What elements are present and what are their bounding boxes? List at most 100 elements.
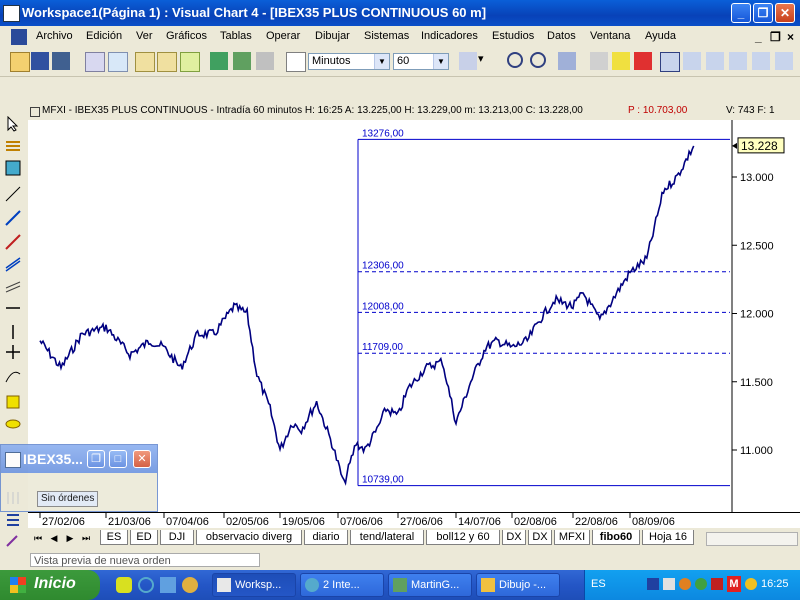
media-icon[interactable] bbox=[182, 577, 198, 593]
menu-graficos[interactable]: Gráficos bbox=[166, 30, 207, 42]
pen-color-icon[interactable] bbox=[634, 52, 652, 70]
menu-archivo[interactable]: Archivo bbox=[36, 30, 73, 42]
menu-indicadores[interactable]: Indicadores bbox=[421, 30, 478, 42]
tab-ed[interactable]: ED bbox=[130, 530, 158, 545]
period-unit-select[interactable]: Minutos ▼ bbox=[308, 53, 390, 70]
tab-es[interactable]: ES bbox=[100, 530, 128, 545]
tab-tend-lateral[interactable]: tend/lateral bbox=[350, 530, 424, 545]
tab-dx-2[interactable]: DX bbox=[528, 530, 552, 545]
cross-tool-icon[interactable] bbox=[5, 344, 21, 360]
maximize-button[interactable]: ❐ bbox=[753, 3, 773, 23]
m-tray-icon[interactable]: M bbox=[727, 576, 741, 592]
window-arrange-icon[interactable] bbox=[752, 52, 770, 70]
desktop-icon[interactable] bbox=[160, 577, 176, 593]
shield-tray-icon[interactable] bbox=[745, 578, 757, 590]
tab-boll12-y-60[interactable]: boll12 y 60 bbox=[426, 530, 500, 545]
tab-first-icon[interactable]: ⏮ bbox=[32, 532, 44, 544]
horizontal-line-icon[interactable] bbox=[5, 300, 21, 316]
trendline-blue-icon[interactable] bbox=[5, 210, 21, 226]
menu-datos[interactable]: Datos bbox=[547, 30, 576, 42]
mdi-close-icon[interactable]: × bbox=[787, 30, 794, 44]
window-cascade-icon[interactable] bbox=[683, 52, 701, 70]
tab-next-icon[interactable]: ▶ bbox=[64, 532, 76, 544]
menu-dibujar[interactable]: Dibujar bbox=[315, 30, 350, 42]
floating-close-button[interactable]: ✕ bbox=[133, 450, 151, 468]
save-all-icon[interactable] bbox=[52, 52, 70, 70]
chart-link-icon[interactable] bbox=[180, 52, 200, 72]
zoom-out-icon[interactable] bbox=[507, 52, 523, 68]
table-icon[interactable] bbox=[108, 52, 128, 72]
channel-tool-icon[interactable] bbox=[5, 256, 21, 272]
window-horizontal-icon[interactable] bbox=[706, 52, 724, 70]
horizontal-scrollbar[interactable] bbox=[706, 532, 798, 546]
bars-tool-icon[interactable] bbox=[5, 512, 21, 528]
floating-restore-button[interactable]: ❐ bbox=[87, 450, 105, 468]
arc-tool-icon[interactable] bbox=[5, 368, 21, 384]
ellipse-tool-icon[interactable] bbox=[5, 416, 21, 432]
volume-tray-icon[interactable] bbox=[663, 578, 675, 590]
antivirus-tray-icon[interactable] bbox=[711, 578, 723, 590]
users-icon[interactable] bbox=[233, 52, 251, 70]
floating-maximize-button[interactable]: □ bbox=[109, 450, 127, 468]
language-indicator[interactable]: ES bbox=[591, 578, 606, 590]
task-workspace[interactable]: Worksp... bbox=[212, 573, 296, 597]
start-button[interactable]: Inicio bbox=[0, 570, 100, 600]
chart-new-icon[interactable] bbox=[135, 52, 155, 72]
menu-edicion[interactable]: Edición bbox=[86, 30, 122, 42]
window-new-icon[interactable] bbox=[775, 52, 793, 70]
menu-ayuda[interactable]: Ayuda bbox=[645, 30, 676, 42]
messenger-tray-icon[interactable] bbox=[695, 578, 707, 590]
open-folder-icon[interactable] bbox=[10, 52, 30, 72]
chart-menu-icon[interactable] bbox=[30, 107, 40, 117]
tab-observacio-diverg[interactable]: observacio diverg bbox=[196, 530, 302, 545]
mdi-restore-icon[interactable]: ❐ bbox=[770, 30, 781, 44]
tab-prev-icon[interactable]: ◀ bbox=[48, 532, 60, 544]
club-icon[interactable] bbox=[116, 577, 132, 593]
magic-tool-icon[interactable] bbox=[5, 532, 21, 548]
menu-tablas[interactable]: Tablas bbox=[220, 30, 252, 42]
square-tool-icon[interactable] bbox=[5, 394, 21, 410]
floating-orders-window[interactable]: IBEX35... ❐ □ ✕ Sin órdenes bbox=[0, 444, 158, 512]
chart-open-icon[interactable] bbox=[157, 52, 177, 72]
task-internet[interactable]: 2 Inte... bbox=[300, 573, 384, 597]
ie-icon[interactable] bbox=[138, 577, 154, 593]
fibonacci-tool-icon[interactable] bbox=[5, 138, 21, 154]
minimize-button[interactable]: _ bbox=[731, 3, 751, 23]
save-icon[interactable] bbox=[31, 52, 49, 70]
task-martin[interactable]: MartinG... bbox=[388, 573, 472, 597]
chart-type-dropdown-icon[interactable]: ▾ bbox=[478, 52, 490, 70]
scale-icon[interactable] bbox=[558, 52, 576, 70]
menu-sistemas[interactable]: Sistemas bbox=[364, 30, 409, 42]
trendline-tool-icon[interactable] bbox=[5, 186, 21, 202]
network-tray-icon[interactable] bbox=[647, 578, 659, 590]
mdi-minimize-icon[interactable]: _ bbox=[755, 30, 762, 44]
window-tile-icon[interactable] bbox=[660, 52, 680, 72]
properties-icon[interactable] bbox=[286, 52, 306, 72]
tab-last-icon[interactable]: ⏭ bbox=[80, 532, 92, 544]
menu-ventana[interactable]: Ventana bbox=[590, 30, 630, 42]
zoom-in-icon[interactable] bbox=[530, 52, 546, 68]
lock-icon[interactable] bbox=[256, 52, 274, 70]
trendline-red-icon[interactable] bbox=[5, 234, 21, 250]
tab-fibo60[interactable]: fibo60 bbox=[592, 530, 640, 545]
floating-window-titlebar[interactable]: IBEX35... ❐ □ ✕ bbox=[1, 445, 157, 473]
marker-icon[interactable] bbox=[612, 52, 630, 70]
close-button[interactable]: ✕ bbox=[775, 3, 795, 23]
period-value-select[interactable]: 60 ▼ bbox=[393, 53, 449, 70]
tab-mfxi[interactable]: MFXI bbox=[554, 530, 590, 545]
menu-estudios[interactable]: Estudios bbox=[492, 30, 534, 42]
crosshair-icon[interactable] bbox=[590, 52, 608, 70]
task-dibujo[interactable]: Dibujo -... bbox=[476, 573, 560, 597]
chart-type-icon[interactable] bbox=[459, 52, 477, 70]
document-icon[interactable] bbox=[11, 29, 27, 45]
update-tray-icon[interactable] bbox=[679, 578, 691, 590]
pointer-icon[interactable] bbox=[5, 115, 21, 132]
bar-chart-icon[interactable] bbox=[85, 52, 105, 72]
menu-operar[interactable]: Operar bbox=[266, 30, 300, 42]
tab-dji[interactable]: DJI bbox=[160, 530, 194, 545]
rectangle-tool-icon[interactable] bbox=[5, 160, 21, 176]
parallel-lines-icon[interactable] bbox=[5, 278, 21, 294]
network-icon[interactable] bbox=[210, 52, 228, 70]
tab-diario[interactable]: diario bbox=[304, 530, 348, 545]
tab-hoja-16[interactable]: Hoja 16 bbox=[642, 530, 694, 545]
